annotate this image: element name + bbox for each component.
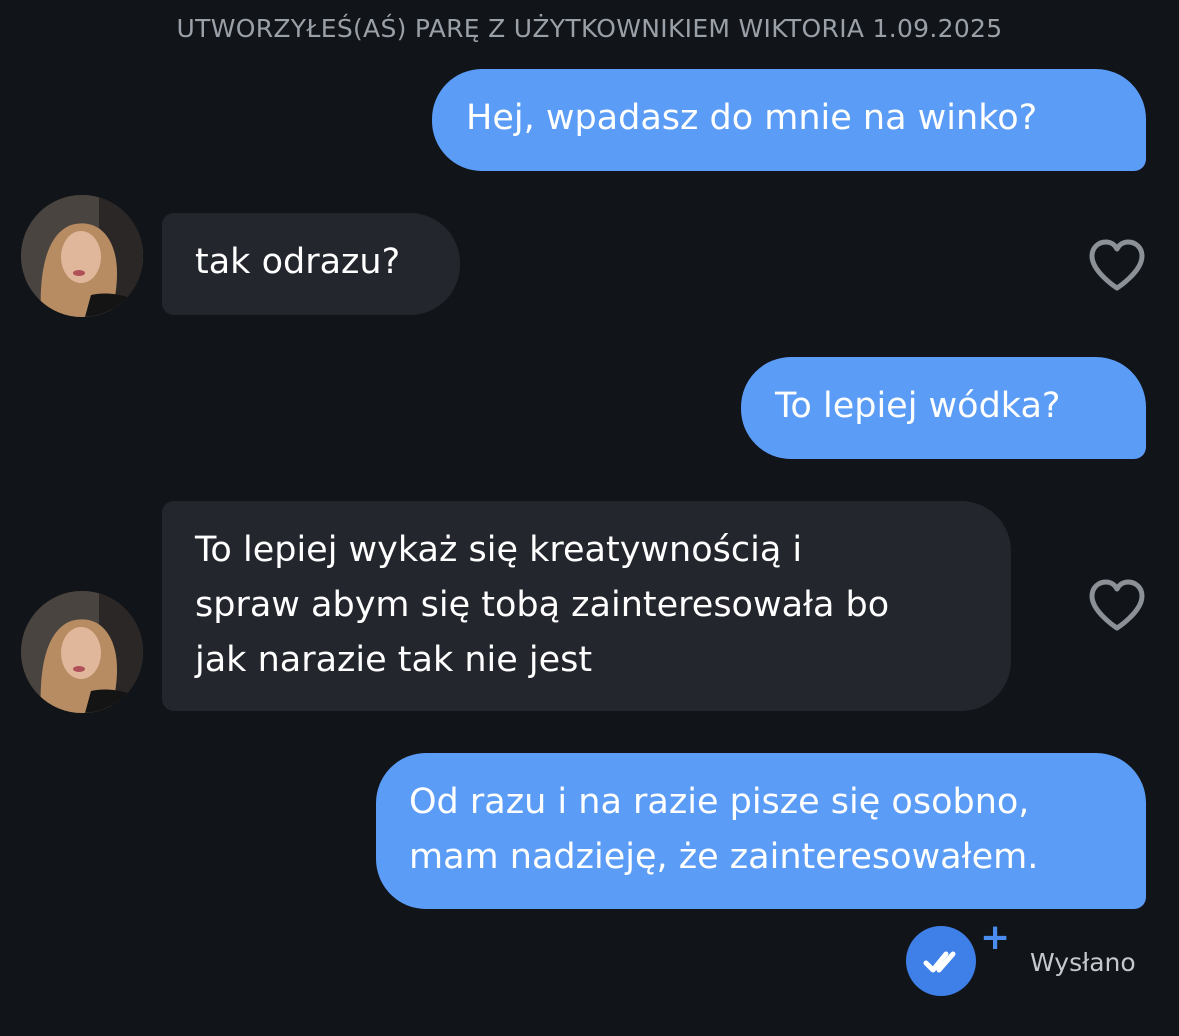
sent-message-bubble[interactable]: Od razu i na razie pisze się osobno, mam…: [376, 753, 1146, 909]
message-text-line: Hej, wpadasz do mnie na winko?: [466, 98, 1038, 138]
match-notice: UTWORZYŁEŚ(AŚ) PARĘ Z UŻYTKOWNIKIEM WIKT…: [176, 14, 1003, 43]
match-avatar[interactable]: [21, 195, 143, 317]
received-message-bubble[interactable]: tak odrazu?: [162, 213, 460, 315]
message-text-line: Od razu i na razie pisze się osobno,: [409, 782, 1030, 822]
delivery-status-label: Wysłano: [1030, 948, 1136, 977]
message-text-line: tak odrazu?: [195, 242, 401, 282]
sent-message-bubble[interactable]: Hej, wpadasz do mnie na winko?: [432, 69, 1146, 171]
double-check-icon: [906, 926, 976, 996]
match-avatar[interactable]: [21, 591, 143, 713]
sent-message-bubble[interactable]: To lepiej wódka?: [741, 357, 1146, 459]
like-heart-icon[interactable]: [1087, 238, 1147, 294]
plus-icon[interactable]: +: [980, 918, 1010, 958]
message-text-line: mam nadzieję, że zainteresowałem.: [409, 837, 1039, 877]
message-text-line: To lepiej wódka?: [775, 386, 1061, 426]
message-text-line: To lepiej wykaż się kreatywnością i: [195, 530, 803, 570]
message-text-line: spraw abym się tobą zainteresowała bo: [195, 585, 890, 625]
message-text-line: jak narazie tak nie jest: [195, 640, 593, 680]
delivery-status: + Wysłano: [904, 918, 1154, 1004]
like-heart-icon[interactable]: [1087, 578, 1147, 634]
received-message-bubble[interactable]: To lepiej wykaż się kreatywnością i spra…: [162, 501, 1011, 711]
